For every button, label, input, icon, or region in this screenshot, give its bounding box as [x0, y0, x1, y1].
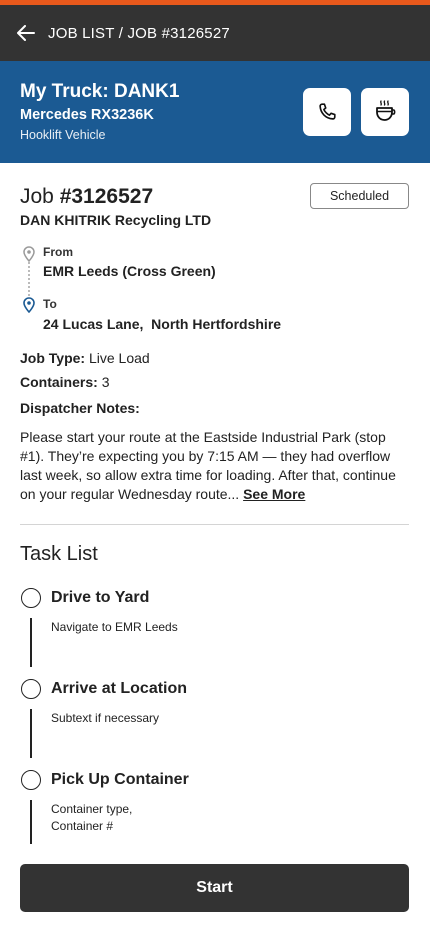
- job-type-row: Job Type: Live Load: [20, 350, 150, 366]
- dispatcher-notes-text: Please start your route at the Eastside …: [20, 429, 396, 502]
- from-address: EMR Leeds (Cross Green): [43, 263, 216, 279]
- from-label: From: [43, 245, 73, 259]
- coffee-cup-icon: [376, 100, 396, 121]
- task-subtitle: Container type, Container #: [51, 802, 133, 833]
- task-title: Pick Up Container: [51, 771, 189, 788]
- breadcrumb[interactable]: JOB LIST / JOB #3126527: [48, 25, 230, 42]
- vehicle-type: Hooklift Vehicle: [20, 128, 106, 142]
- to-label: To: [43, 297, 57, 311]
- task-subtitle: Navigate to EMR Leeds: [51, 620, 178, 634]
- arrow-left-icon[interactable]: [16, 23, 36, 43]
- truck-title: My Truck: DANK1: [20, 81, 180, 102]
- task-connector: [30, 709, 32, 758]
- route-connector: [28, 262, 30, 296]
- job-type-value: Live Load: [88, 350, 150, 366]
- job-heading: Job #3126527: [20, 185, 153, 209]
- status-badge: Scheduled: [310, 183, 409, 209]
- location-pin-blue-icon: [23, 297, 35, 313]
- divider: [20, 524, 409, 525]
- truck-model: Mercedes RX3236K: [20, 107, 154, 123]
- call-button[interactable]: [303, 88, 351, 136]
- phone-icon: [319, 103, 336, 120]
- dispatcher-notes: Please start your route at the Eastside …: [20, 428, 412, 504]
- task-checkbox[interactable]: [21, 770, 41, 790]
- truck-info-bar: My Truck: DANK1 Mercedes RX3236K Hooklif…: [0, 61, 430, 163]
- top-app-bar: JOB LIST / JOB #3126527: [0, 5, 430, 61]
- task-title: Drive to Yard: [51, 589, 150, 606]
- location-pin-gray-icon: [23, 246, 35, 262]
- job-label: Job: [20, 185, 54, 208]
- task-checkbox[interactable]: [21, 588, 41, 608]
- task-subtitle: Subtext if necessary: [51, 711, 160, 725]
- dispatcher-notes-label: Dispatcher Notes:: [20, 400, 140, 416]
- task-connector: [30, 800, 32, 844]
- start-button[interactable]: Start: [20, 864, 409, 912]
- job-type-label: Job Type:: [20, 350, 86, 366]
- task-checkbox[interactable]: [21, 679, 41, 699]
- task-title: Arrive at Location: [51, 680, 188, 697]
- task-connector: [30, 618, 32, 667]
- containers-label: Containers:: [20, 374, 98, 390]
- company-name: DAN KHITRIK Recycling LTD: [20, 212, 212, 228]
- break-button[interactable]: [361, 88, 409, 136]
- task-list-heading: Task List: [20, 543, 98, 565]
- dispatcher-notes-row: Dispatcher Notes:: [20, 400, 140, 416]
- to-address: 24 Lucas Lane, North Hertfordshire: [43, 316, 282, 332]
- job-number: #3126527: [59, 185, 154, 208]
- containers-row: Containers: 3: [20, 374, 109, 390]
- see-more-link[interactable]: See More: [243, 486, 305, 502]
- containers-value: 3: [101, 374, 110, 390]
